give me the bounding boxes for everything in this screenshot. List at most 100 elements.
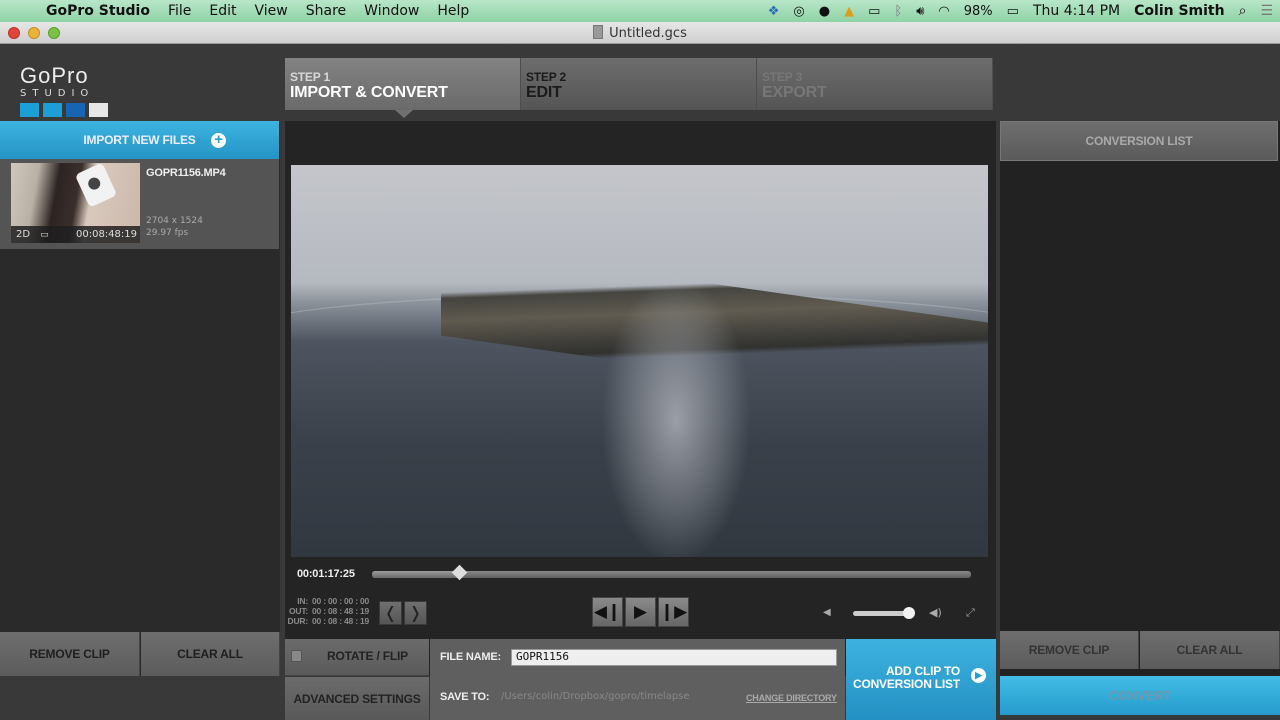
thumbnail-camera-image	[74, 163, 118, 208]
video-preview[interactable]	[291, 165, 988, 557]
step-label: EDIT	[526, 84, 562, 101]
airplay-icon[interactable]: ▭	[861, 4, 887, 19]
volume-slider[interactable]	[853, 607, 915, 619]
rotate-flip-checkbox[interactable]	[291, 650, 302, 662]
user-name[interactable]: Colin Smith	[1127, 3, 1231, 19]
menu-edit[interactable]: Edit	[200, 3, 245, 19]
import-panel: IMPORT NEW FILES + 2D ▭ 00:08:48:19 GOPR…	[0, 121, 280, 676]
timeline-scrubber[interactable]	[372, 564, 971, 581]
remove-clip-button[interactable]: REMOVE CLIP	[0, 632, 140, 676]
save-to-label: SAVE TO:	[440, 691, 490, 703]
add-clip-label-line2: CONVERSION LIST	[852, 677, 960, 691]
clock[interactable]: Thu 4:14 PM	[1026, 3, 1127, 19]
tab-step-export: STEP 3 EXPORT	[757, 58, 993, 110]
logo-subtitle: STUDIO	[20, 88, 95, 99]
video-sun-reflection	[601, 275, 751, 557]
vlc-cone-icon[interactable]: ▲	[837, 4, 861, 19]
menu-file[interactable]: File	[159, 3, 200, 19]
video-camera-icon: ▭	[40, 229, 49, 240]
out-label: OUT:	[288, 606, 308, 616]
bluetooth-icon[interactable]: ᛒ	[887, 4, 909, 19]
mark-out-button[interactable]: ❭	[404, 601, 427, 625]
menu-help[interactable]: Help	[428, 3, 478, 19]
dur-value: 00 : 08 : 48 : 19	[312, 616, 370, 626]
creative-cloud-icon[interactable]: ◎	[786, 4, 811, 19]
add-clip-label: ADD CLIP TO CONVERSION LIST	[853, 665, 960, 691]
conversion-list-header: CONVERSION LIST	[1000, 121, 1278, 161]
play-button[interactable]: ▶	[625, 597, 656, 627]
tab-step-edit[interactable]: STEP 2 EDIT	[521, 58, 757, 110]
volume-low-icon[interactable]: ◀	[823, 607, 831, 618]
volume-knob[interactable]	[903, 607, 915, 619]
thumbnail-info-bar: 2D ▭ 00:08:48:19	[11, 226, 140, 243]
volume-high-icon[interactable]: ◀)	[929, 606, 942, 619]
conversion-remove-clip-button[interactable]: REMOVE CLIP	[1000, 631, 1139, 669]
step-back-button[interactable]: ◀❙	[592, 597, 623, 627]
step-label: EXPORT	[762, 84, 827, 101]
logo-squares	[20, 103, 115, 117]
timeline-progress	[372, 571, 459, 578]
logo-square	[43, 103, 62, 117]
change-directory-link[interactable]: CHANGE DIRECTORY	[746, 693, 837, 703]
conversion-clear-all-button[interactable]: CLEAR ALL	[1140, 631, 1280, 669]
step-forward-icon: ❙▶	[659, 602, 688, 622]
window-title-text: Untitled.gcs	[609, 26, 687, 41]
audio-app-icon[interactable]: ●	[812, 4, 837, 19]
add-clip-to-conversion-list-button[interactable]: ADD CLIP TO CONVERSION LIST ▶	[846, 639, 996, 720]
mark-out-icon: ❭	[408, 603, 423, 622]
document-icon	[593, 25, 604, 39]
battery-percent[interactable]: 98%	[957, 4, 1000, 19]
clip-list-item[interactable]: 2D ▭ 00:08:48:19 GOPR1156.MP4 2704 x 152…	[0, 159, 279, 249]
in-label: IN:	[297, 596, 308, 606]
clip-file-name: GOPR1156.MP4	[146, 167, 226, 179]
clip-fps: 29.97 fps	[146, 228, 189, 238]
step-forward-button[interactable]: ❙▶	[658, 597, 689, 627]
menu-share[interactable]: Share	[297, 3, 355, 19]
out-value: 00 : 08 : 48 : 19	[312, 606, 370, 616]
step-back-icon: ◀❙	[593, 602, 622, 622]
arrow-right-circle-icon: ▶	[971, 668, 986, 683]
workflow-steps: STEP 1 IMPORT & CONVERT STEP 2 EDIT STEP…	[285, 58, 993, 110]
mark-in-button[interactable]: ❬	[379, 601, 402, 625]
save-to-path: /Users/colin/Dropbox/gopro/timelapse	[501, 691, 690, 702]
step-number: STEP 1	[290, 70, 330, 84]
clip-thumbnail: 2D ▭ 00:08:48:19	[11, 163, 140, 243]
import-new-files-button[interactable]: IMPORT NEW FILES +	[0, 121, 279, 159]
clip-mode-badge: 2D	[16, 229, 31, 240]
clear-all-button[interactable]: CLEAR ALL	[141, 632, 280, 676]
wifi-icon[interactable]: ◠	[931, 4, 956, 19]
rotate-flip-label: ROTATE / FLIP	[327, 649, 408, 663]
notification-center-icon[interactable]: ☰	[1253, 3, 1280, 19]
advanced-settings-button[interactable]: ADVANCED SETTINGS	[285, 677, 429, 720]
menu-view[interactable]: View	[246, 3, 297, 19]
current-timecode: 00:01:17:25	[297, 568, 355, 580]
step-number: STEP 3	[762, 70, 802, 84]
clip-resolution: 2704 x 1524	[146, 216, 203, 226]
spotlight-search-icon[interactable]: ⌕	[1232, 3, 1254, 19]
step-label: IMPORT & CONVERT	[290, 84, 448, 101]
file-name-label: FILE NAME:	[440, 651, 501, 663]
plus-icon: +	[211, 132, 226, 148]
menu-bar: GoPro Studio File Edit View Share Window…	[0, 0, 1280, 22]
volume-icon[interactable]: 🔊︎	[909, 4, 931, 19]
in-value: 00 : 00 : 00 : 00	[312, 596, 370, 606]
output-settings: FILE NAME: GOPR1156 SAVE TO: /Users/coli…	[430, 639, 845, 720]
menu-app-name[interactable]: GoPro Studio	[40, 3, 159, 19]
clip-duration: 00:08:48:19	[75, 229, 137, 240]
battery-icon[interactable]: ▭	[1000, 4, 1026, 19]
tab-step-import-convert[interactable]: STEP 1 IMPORT & CONVERT	[285, 58, 521, 110]
dropbox-icon[interactable]: ❖	[761, 4, 787, 19]
step-number: STEP 2	[526, 70, 566, 84]
window-title-bar: Untitled.gcs	[0, 22, 1280, 44]
convert-button[interactable]: CONVERT	[1000, 676, 1280, 715]
fullscreen-icon[interactable]: ⤢	[966, 606, 975, 620]
play-icon: ▶	[633, 602, 648, 622]
active-step-pointer	[395, 110, 413, 118]
menu-window[interactable]: Window	[355, 3, 428, 19]
logo-wordmark: GoPro	[20, 63, 89, 88]
mark-in-icon: ❬	[383, 603, 398, 622]
logo-square	[20, 103, 39, 117]
rotate-flip-button[interactable]: ROTATE / FLIP	[285, 639, 429, 676]
logo-square	[89, 103, 108, 117]
file-name-input[interactable]: GOPR1156	[511, 649, 837, 666]
